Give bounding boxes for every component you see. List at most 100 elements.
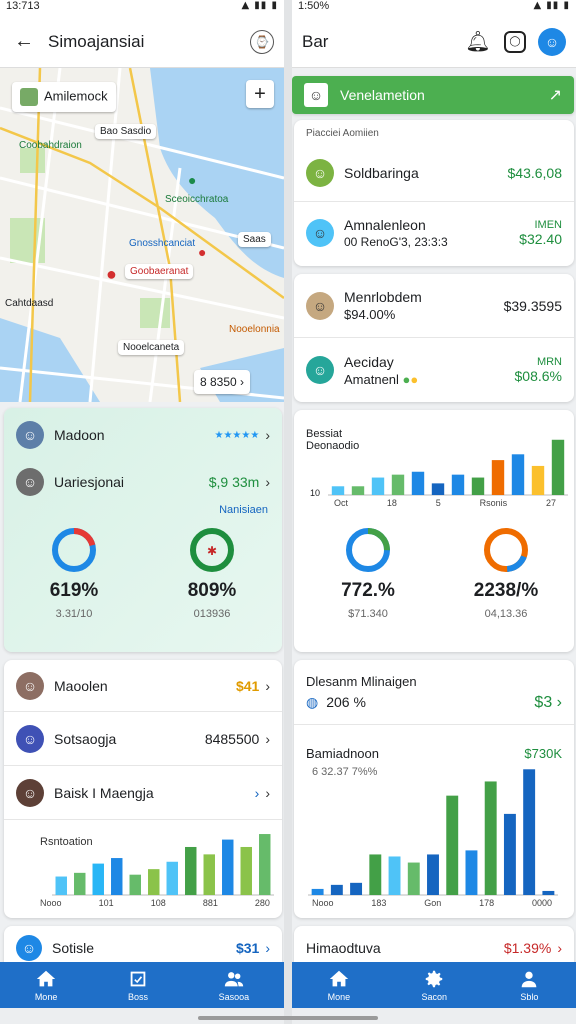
avatar[interactable]: ☺ [538,27,566,56]
chevron-right-icon: › [240,375,245,389]
chart-bar [391,474,405,495]
split-divider[interactable] [284,0,292,1024]
list-item[interactable]: ☺ Uariesjonai $,9 33m › [4,462,282,502]
left-pane: 13:713 ▲ ▮▮ ▮ ← Simoajansiai ⌚ Amilemock … [0,0,284,1008]
rating-stars: ★★★★★ [214,429,260,441]
bell-icon[interactable]: 🔔︎ [464,28,492,56]
person-icon [521,971,537,988]
x-tick-label: 101 [98,898,114,908]
list-item[interactable]: ☺ Sotsaogja 8485500 › [4,712,282,766]
card-header: Piacciei Aomiien [306,128,379,139]
price-chip[interactable]: 8 8350 › [194,370,251,394]
list-item[interactable]: ☺ Maoolen $41 › [4,660,282,712]
list-item[interactable]: ☺ Menrlobdem $94.00% $39.3595 [294,274,574,338]
avatar: ☺ [16,778,44,807]
bar-chart [308,769,558,896]
account-card-2: ☺ Menrlobdem $94.00% $39.3595 ☺ Aeciday Am… [294,274,574,402]
x-tick-label: 108 [150,898,166,908]
chart-bar [451,474,465,495]
status-bar: 13:713 ▲ ▮▮ ▮ [0,0,284,16]
donut-ring [346,528,390,572]
chart-bar [531,465,545,495]
app-bar: ← Simoajansiai ⌚ [0,16,284,68]
avatar: ☺ [16,421,44,449]
chevron-right-icon: › [557,940,562,956]
chart-bar [74,872,86,895]
chevron-right-icon: › [265,474,270,490]
chart-bar [330,884,343,895]
page-title: Simoajansiai [48,31,145,51]
map-label: Nooelonnia [229,324,280,335]
nav-profile[interactable]: Sblo [518,968,540,1002]
alarm-icon[interactable]: ⌚ [250,29,274,54]
chart-bar [311,888,324,895]
chart-bar [350,882,363,895]
chart-bar [240,846,252,895]
avatar: ☺ [16,724,44,753]
x-tick-label: Nooo [40,898,62,908]
chevron-right-icon: › [265,940,270,956]
people-icon [224,972,244,987]
list-item[interactable]: ☺ Aeciday Amatnenl ●● MRN $08.6% [294,338,574,402]
map-search-chip[interactable]: Amilemock [12,82,116,112]
chart-bar [446,795,459,895]
chevron-right-icon: › [265,730,270,747]
x-tick-label: 183 [371,898,387,908]
trend-icon: ↗ [548,87,562,104]
chart-bar [222,839,234,895]
chevron-right-icon: › [556,694,562,711]
nav-people[interactable]: Sasooa [219,968,249,1002]
chart-bar [388,856,401,895]
nav-home[interactable]: Mone [328,968,350,1002]
home-icon [329,970,349,987]
chart-bar [511,454,525,495]
list-item[interactable]: ☺ Soldbaringa $43.6,08 [294,144,574,202]
banner[interactable]: ☺ Venelametion ↗ [292,76,574,114]
chart-bar [203,854,215,895]
zoom-in-button[interactable]: + [246,80,274,108]
map-pin-icon[interactable]: ● [188,172,196,188]
chart-bar [411,471,425,495]
map-view[interactable]: Amilemock + Bao Sasdio Coobahdraion Sceo… [0,68,284,402]
nav-boss[interactable]: Boss [127,968,149,1002]
chevron-right-icon: › [265,677,270,694]
chart-bar [407,862,420,895]
chart-bar [129,874,141,895]
x-tick-label: 280 [254,898,270,908]
x-tick-label: Gon [424,898,442,908]
nav-settings[interactable]: Sacon [421,968,447,1002]
account-card: Piacciei Aomiien ☺ Soldbaringa $43.6,08 … [294,120,574,266]
list-card: ☺ Maoolen $41 › ☺ Sotsaogja 8485500 › ☺ Ba… [4,660,282,918]
status-icons: ▲ ▮▮ ▮ [241,0,278,11]
map-label: Cahtdaasd [5,298,54,309]
back-arrow-icon[interactable]: ← [10,28,38,56]
map-pin-icon[interactable]: ● [106,264,117,285]
checkbox-icon [130,971,146,987]
list-item[interactable]: ☺ Amnalenleon 00 RenoG'3, 23:3:3 IMEN $32.… [294,202,574,264]
right-pane: 1:50% ▲ ▮▮ ▮ Bar 🔔︎ ◯ ☺ ☺ Venelametion ↗ … [292,0,576,1008]
x-tick-label: 27 [545,498,556,508]
map-label: Saas [238,232,271,247]
status-time: 13:713 [6,0,40,12]
chart-bar [431,483,445,495]
camera-icon[interactable]: ◯ [504,30,526,53]
bottom-nav: Mone Sacon Sblo [292,962,576,1008]
chart-bar [503,813,516,895]
donut-chart: 2238/% 04,13.36 [474,526,538,620]
list-item[interactable]: ☺ Baisk I Maengja › › [4,766,282,820]
chart-bar [92,863,104,895]
x-tick-label: Rsonis [479,498,508,508]
avatar: ☺ [304,83,328,107]
nav-home[interactable]: Mone [35,968,57,1002]
divider [294,724,574,725]
svg-text:✱: ✱ [207,544,217,558]
x-tick-label: 178 [479,898,495,908]
page-title: Bar [302,31,329,51]
map-label: Goobaeranat [125,264,194,279]
chart-bar [484,781,497,895]
stats-link[interactable]: Nanisiaen [219,504,268,516]
map-pin-icon[interactable]: ● [198,244,206,260]
x-tick-label: Nooo [312,898,334,908]
chart-bar [471,477,485,495]
list-item[interactable]: ☺ Madoon ★★★★★ › [4,408,282,462]
